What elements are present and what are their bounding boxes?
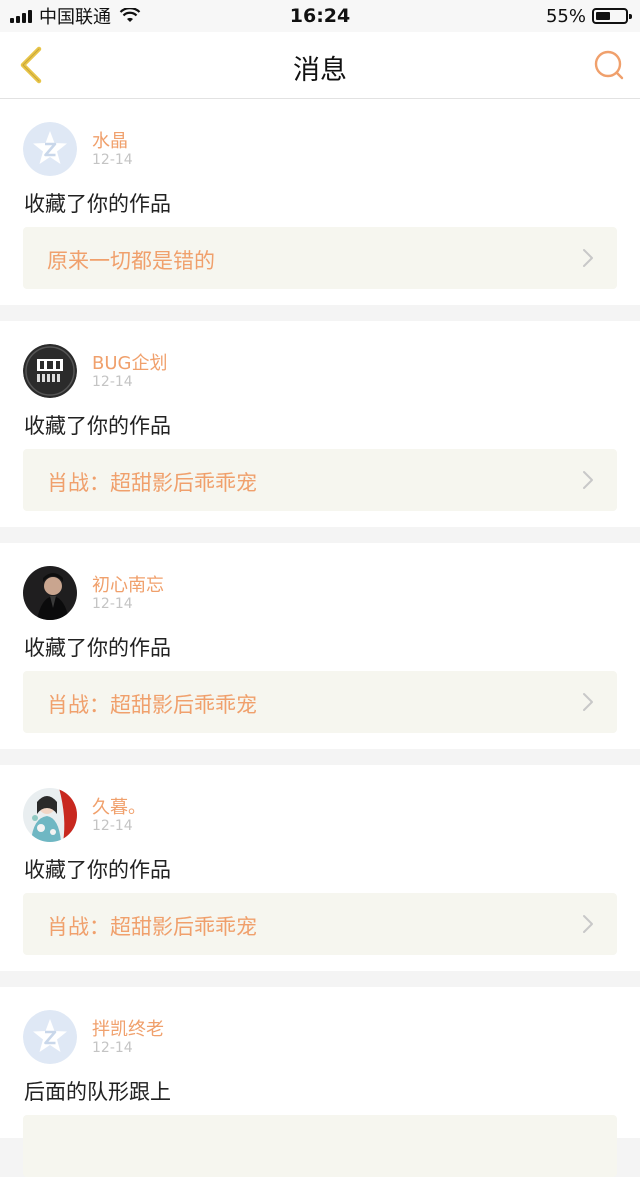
nav-bar: 消息 <box>0 32 640 99</box>
work-title: 原来一切都是错的 <box>47 249 215 273</box>
chevron-right-icon <box>583 915 593 933</box>
status-right: 55% <box>545 5 632 27</box>
message-action: 后面的队形跟上 <box>24 1080 171 1104</box>
work-link[interactable]: 肖战：超甜影后乖乖宠 <box>23 449 617 511</box>
message-date: 12-14 <box>92 1040 133 1056</box>
message-action: 收藏了你的作品 <box>24 636 171 660</box>
work-title: 肖战：超甜影后乖乖宠 <box>47 693 257 717</box>
username[interactable]: 拌凯终老 <box>92 1015 164 1041</box>
chevron-right-icon <box>583 693 593 711</box>
chevron-right-icon <box>583 249 593 267</box>
battery-percent: 55% <box>545 5 586 27</box>
battery-icon <box>592 8 632 24</box>
username[interactable]: 水晶 <box>92 127 128 153</box>
work-title: 肖战：超甜影后乖乖宠 <box>47 915 257 939</box>
message-card[interactable]: 初心南忘 12-14 收藏了你的作品 肖战：超甜影后乖乖宠 <box>0 543 640 749</box>
message-action: 收藏了你的作品 <box>24 858 171 882</box>
work-link[interactable]: 肖战：超甜影后乖乖宠 <box>23 671 617 733</box>
message-date: 12-14 <box>92 374 133 390</box>
message-card[interactable]: 水晶 12-14 收藏了你的作品 原来一切都是错的 <box>0 99 640 305</box>
work-link[interactable]: 原来一切都是错的 <box>23 227 617 289</box>
username[interactable]: BUG企划 <box>92 349 167 375</box>
message-action: 收藏了你的作品 <box>24 192 171 216</box>
work-link[interactable]: 肖战：超甜影后乖乖宠 <box>23 893 617 955</box>
search-icon[interactable] <box>590 46 628 84</box>
default-avatar-icon[interactable] <box>23 122 77 176</box>
work-title: 肖战：超甜影后乖乖宠 <box>47 471 257 495</box>
username[interactable]: 初心南忘 <box>92 571 164 597</box>
message-card[interactable]: 久暮。 12-14 收藏了你的作品 肖战：超甜影后乖乖宠 <box>0 765 640 971</box>
message-date: 12-14 <box>92 818 133 834</box>
message-card[interactable]: BUG企划 12-14 收藏了你的作品 肖战：超甜影后乖乖宠 <box>0 321 640 527</box>
work-link[interactable] <box>23 1115 617 1177</box>
photo-avatar[interactable] <box>23 566 77 620</box>
message-date: 12-14 <box>92 596 133 612</box>
username[interactable]: 久暮。 <box>92 793 146 819</box>
message-action: 收藏了你的作品 <box>24 414 171 438</box>
status-bar: 中国联通 16:24 55% <box>0 0 640 32</box>
photo-avatar[interactable] <box>23 788 77 842</box>
message-date: 12-14 <box>92 152 133 168</box>
bug-logo-avatar[interactable] <box>23 344 77 398</box>
message-card[interactable]: 拌凯终老 12-14 后面的队形跟上 <box>0 987 640 1177</box>
page-title: 消息 <box>293 55 347 86</box>
status-time: 16:24 <box>289 5 351 27</box>
chevron-right-icon <box>583 471 593 489</box>
default-avatar-icon[interactable] <box>23 1010 77 1064</box>
battery-fill <box>596 12 610 20</box>
